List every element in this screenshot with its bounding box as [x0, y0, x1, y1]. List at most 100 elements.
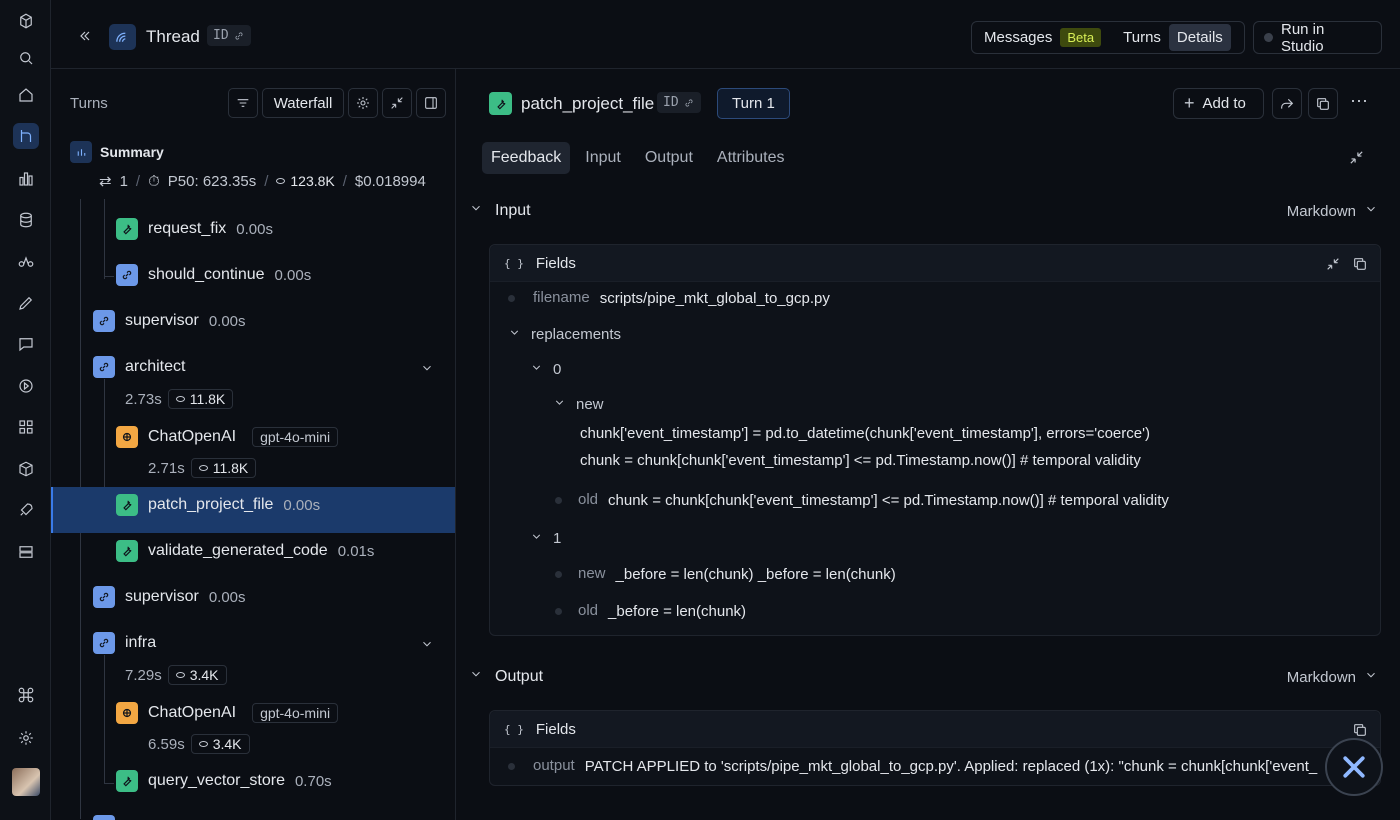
input-format-select[interactable]: Markdown [1287, 202, 1378, 220]
turn-badge[interactable]: Turn 1 [717, 88, 790, 119]
tree-node-query-vector-store[interactable]: query_vector_store 0.70s [116, 770, 332, 792]
tree-node-supervisor[interactable]: supervisor 0.00s [93, 310, 246, 332]
database-icon[interactable] [13, 207, 39, 233]
thread-id-chip[interactable]: ID [207, 25, 251, 46]
logo-icon[interactable] [13, 8, 39, 34]
token-count: 11.8K [167, 389, 234, 409]
grid-icon[interactable] [13, 414, 39, 440]
input-section-header[interactable]: Input [469, 201, 531, 220]
run-id-chip[interactable]: ID [657, 92, 701, 113]
tree-node-supervisor-2[interactable]: supervisor 0.00s [93, 586, 246, 608]
gear-icon [357, 97, 369, 109]
run-in-studio-label: Run in Studio [1281, 20, 1325, 55]
filter-button[interactable] [228, 88, 258, 118]
minimize-icon[interactable] [1348, 149, 1365, 166]
play-icon[interactable] [13, 373, 39, 399]
view-switcher: Messages Beta Turns Details [971, 21, 1245, 54]
field-replacements[interactable]: replacements [508, 326, 621, 343]
tab-output[interactable]: Output [636, 142, 702, 174]
field-key: old [578, 602, 599, 619]
chevron-down-icon[interactable] [420, 637, 434, 655]
studio-dot-icon [1264, 33, 1273, 42]
summary-tokens-value: 123.8K [290, 173, 335, 189]
assistant-button[interactable] [1325, 738, 1383, 796]
pen-icon[interactable] [13, 290, 39, 316]
token-icon [175, 396, 185, 402]
more-icon[interactable]: ⋯ [1350, 91, 1369, 112]
field-key: old [578, 491, 599, 508]
evaluators-icon[interactable] [13, 248, 39, 274]
avatar[interactable] [12, 768, 40, 796]
threads-icon[interactable] [13, 123, 39, 149]
chevron-down-icon [1364, 668, 1378, 686]
node-name: architect [125, 358, 186, 375]
output-format-select[interactable]: Markdown [1287, 668, 1378, 686]
field-value: _before = len(chunk) _before = len(chunk… [615, 566, 896, 583]
collapse-sidebar-icon[interactable] [77, 28, 93, 44]
waterfall-button[interactable]: Waterfall [262, 88, 344, 118]
settings-icon[interactable] [13, 725, 39, 751]
run-in-studio-button[interactable]: Run in Studio [1253, 20, 1382, 55]
home-icon[interactable] [13, 82, 39, 108]
token-icon [198, 465, 208, 471]
tree-node-architect[interactable]: architect [93, 356, 185, 378]
replacement-0[interactable]: 0 [530, 361, 561, 378]
field-key: filename [533, 289, 590, 306]
dashboard-icon[interactable] [13, 166, 39, 192]
annotation-icon[interactable] [13, 331, 39, 357]
field-key: new [576, 396, 604, 413]
token-count: 3.4K [167, 665, 227, 685]
replacement-1-new: new _before = len(chunk) _before = len(c… [555, 565, 896, 585]
fields-label: Fields [535, 254, 576, 272]
command-icon[interactable] [13, 682, 39, 708]
input-section-title: Input [495, 201, 531, 219]
tab-input[interactable]: Input [576, 142, 630, 174]
bullet-icon [555, 608, 562, 615]
chatopenai-meta: 2.71s 11.8K [148, 458, 257, 478]
tab-feedback[interactable]: Feedback [482, 142, 571, 174]
tree-line [104, 276, 114, 277]
replacement-0-new-value: chunk['event_timestamp'] = pd.to_datetim… [580, 420, 1150, 474]
chevron-down-icon [469, 201, 483, 220]
copy-button[interactable] [1308, 88, 1338, 119]
tree-node-chatopenai[interactable]: ChatOpenAI gpt-4o-mini [116, 426, 339, 448]
rocket-icon[interactable] [13, 497, 39, 523]
token-value: 11.8K [189, 391, 226, 407]
server-icon[interactable] [13, 539, 39, 565]
share-button[interactable] [1272, 88, 1302, 119]
chevron-down-icon[interactable] [420, 361, 434, 379]
bullet-icon [508, 295, 515, 302]
tab-details[interactable]: Details [1168, 24, 1231, 51]
link-icon [93, 632, 115, 654]
box-icon[interactable] [13, 456, 39, 482]
tree-node-validate-generated-code[interactable]: validate_generated_code 0.01s [116, 540, 374, 562]
add-to-button[interactable]: + Add to [1173, 88, 1264, 119]
node-name: infra [125, 634, 157, 651]
architect-meta: 2.73s 11.8K [125, 389, 234, 409]
summary-p50: P50: 623.35s [167, 172, 257, 190]
copy-icon[interactable] [1352, 256, 1368, 272]
output-section-header[interactable]: Output [469, 667, 543, 686]
replacement-0-new[interactable]: new [553, 396, 604, 413]
replacement-1[interactable]: 1 [530, 530, 561, 547]
tab-attributes[interactable]: Attributes [708, 142, 794, 174]
search-icon[interactable] [13, 45, 39, 71]
code-line: chunk['event_timestamp'] = pd.to_datetim… [580, 425, 1150, 442]
toggle-panel-button[interactable] [416, 88, 446, 118]
tree-node-patch-project-file[interactable]: patch_project_file 0.00s [116, 494, 320, 516]
tree-node-infra[interactable]: infra [93, 632, 156, 654]
node-name: should_continue [148, 266, 265, 283]
collapse-all-button[interactable] [382, 88, 412, 118]
tree-node-should-continue[interactable]: should_continue 0.00s [116, 264, 311, 286]
tree-node-chatopenai-2[interactable]: ChatOpenAI gpt-4o-mini [116, 702, 339, 724]
tree-node-request-fix[interactable]: request_fix 0.00s [116, 218, 273, 240]
collapse-icon[interactable] [1325, 256, 1341, 272]
node-time: 2.71s [148, 459, 185, 477]
tab-messages[interactable]: Messages Beta [976, 23, 1109, 52]
node-duration: 0.00s [208, 588, 246, 606]
input-format-label: Markdown [1286, 202, 1356, 220]
copy-icon[interactable] [1352, 722, 1368, 738]
tab-turns[interactable]: Turns [1115, 24, 1169, 51]
settings-button[interactable] [348, 88, 378, 118]
token-value: 3.4K [189, 667, 219, 683]
